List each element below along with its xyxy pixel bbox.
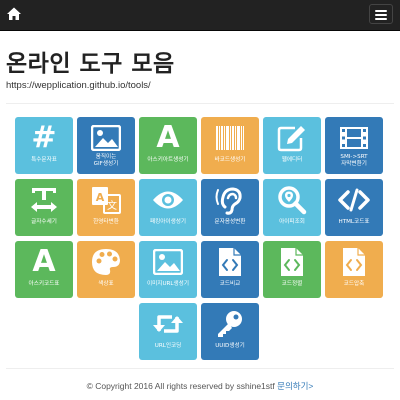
footer-divider: [6, 368, 394, 369]
eye-icon: [153, 191, 183, 209]
tool-label: 아이피조회: [279, 219, 305, 225]
hearing-icon: [215, 187, 242, 215]
tool-tile-uuid-generator[interactable]: UUID생성기: [201, 303, 259, 360]
key-icon: [218, 311, 242, 337]
hamburger-menu-icon: [375, 18, 387, 20]
hamburger-menu-icon: [375, 14, 387, 16]
hash-icon: #: [31, 120, 57, 155]
tool-tile-url-encoding[interactable]: URL인코딩: [139, 303, 197, 360]
palette-icon: [92, 249, 120, 275]
tool-label: 한영타변환: [93, 219, 119, 225]
tool-label: 색상표: [98, 281, 114, 287]
code-file-icon: [343, 248, 365, 276]
tool-tile-code-compare[interactable]: 코드비교: [201, 241, 259, 298]
tool-tile-image-url[interactable]: 이미지URL생성기: [139, 241, 197, 298]
tool-label: 바코드생성기: [214, 157, 246, 163]
tool-tile-special-chars[interactable]: # 특수문자표: [15, 117, 73, 174]
tool-tile-subtitle-converter[interactable]: SMI->SRT 자막변환기: [325, 117, 383, 174]
tool-tile-ko-en-converter[interactable]: A 文 한영타변환: [77, 179, 135, 236]
tool-label: 특수문자표: [31, 157, 57, 163]
copyright-text: © Copyright 2016 All rights reserved by …: [86, 381, 275, 391]
tool-label: 글자수세기: [31, 219, 57, 225]
code-icon: [338, 188, 370, 212]
tool-tile-web-editor[interactable]: 웹에디터: [263, 117, 321, 174]
edit-icon: [277, 126, 305, 152]
code-file-icon: [281, 248, 303, 276]
search-location-icon: [278, 186, 307, 215]
tool-label: 이미지URL생성기: [147, 281, 189, 287]
tool-label: HTML코드표: [338, 219, 370, 225]
tool-tile-magic-eye[interactable]: 패킹아이생성기: [139, 179, 197, 236]
tool-label: 코드비교: [219, 281, 241, 287]
tool-label: 패킹아이생성기: [149, 219, 187, 225]
tool-tile-html-code-table[interactable]: HTML코드표: [325, 179, 383, 236]
tool-tile-text-to-speech[interactable]: 문자음성변환: [201, 179, 259, 236]
letter-a-icon: A: [156, 120, 180, 155]
page-url: https://wepplication.github.io/tools/: [6, 80, 151, 91]
tool-label: 코드정렬: [281, 281, 303, 287]
tool-label: UUID생성기: [215, 343, 245, 349]
tool-tile-ascii-art[interactable]: A 아스키아트생성기: [139, 117, 197, 174]
letter-a-icon: A: [32, 244, 56, 279]
tool-tile-color-table[interactable]: 색상표: [77, 241, 135, 298]
tool-label: 움직이는 GIF생성기: [93, 154, 119, 167]
code-file-icon: [219, 248, 241, 276]
menu-toggle-button[interactable]: [369, 4, 393, 24]
tool-tile-char-counter[interactable]: 글자수세기: [15, 179, 73, 236]
retweet-icon: [153, 315, 183, 333]
tool-tile-gif-maker[interactable]: 움직이는 GIF생성기: [77, 117, 135, 174]
tool-tile-ip-lookup[interactable]: 아이피조회: [263, 179, 321, 236]
tool-tile-ascii-code-table[interactable]: A 아스키코드표: [15, 241, 73, 298]
page-title: 온라인 도구 모음: [6, 51, 175, 77]
hamburger-menu-icon: [375, 10, 387, 12]
home-icon: [7, 7, 21, 20]
barcode-icon: [216, 126, 244, 150]
tool-label: SMI->SRT 자막변환기: [340, 154, 368, 167]
tool-label: URL인코딩: [154, 343, 182, 349]
image-icon: [153, 249, 183, 275]
tool-tile-code-format[interactable]: 코드정렬: [263, 241, 321, 298]
text-width-icon: [31, 188, 57, 212]
contact-link[interactable]: 문의하기>: [277, 381, 313, 391]
home-button[interactable]: [6, 6, 22, 22]
image-icon: [91, 125, 121, 151]
tool-tile-code-minify[interactable]: 코드압축: [325, 241, 383, 298]
top-navbar: [0, 0, 400, 31]
tool-label: 문자음성변환: [214, 219, 246, 225]
film-icon: [340, 127, 368, 149]
header-divider: [6, 103, 394, 104]
tools-grid: # 특수문자표 움직이는 GIF생성기 A 아스키아트생성기 바코드생성기 웹에…: [15, 117, 387, 360]
tool-label: 코드압축: [343, 281, 365, 287]
translate-icon: A 文: [92, 187, 121, 214]
footer: © Copyright 2016 All rights reserved by …: [0, 380, 400, 392]
tool-label: 웹에디터: [281, 157, 303, 163]
tool-tile-barcode[interactable]: 바코드생성기: [201, 117, 259, 174]
tool-label: 아스키아트생성기: [147, 157, 189, 163]
tool-label: 아스키코드표: [28, 281, 60, 287]
svg-text:A: A: [96, 191, 105, 204]
svg-text:文: 文: [107, 199, 117, 212]
